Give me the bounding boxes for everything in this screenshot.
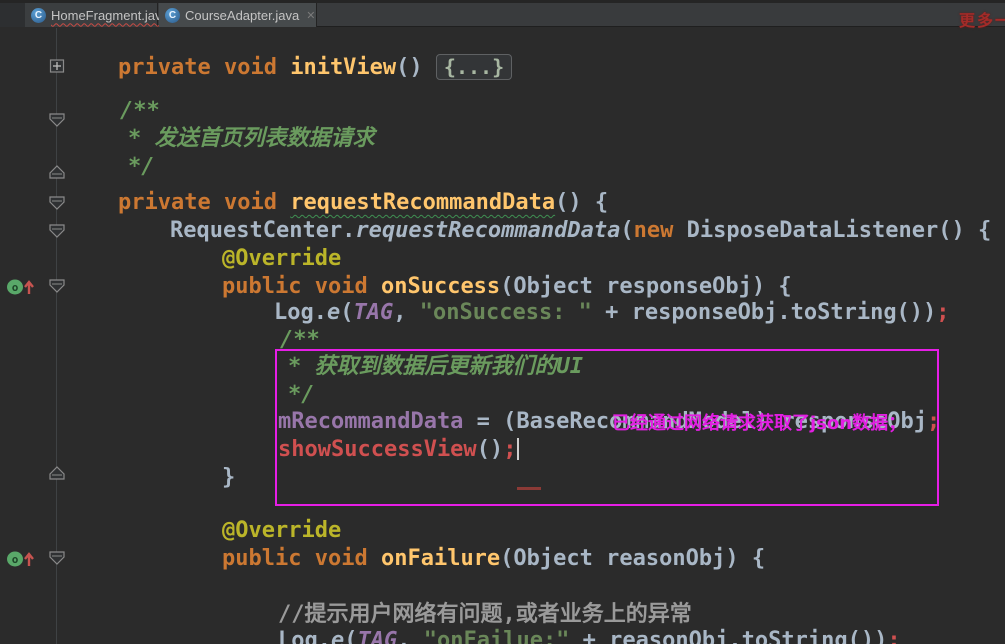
ide-window: C HomeFragment.java ✕ C CourseAdapter.ja…	[0, 0, 1005, 644]
code-token: @Override	[222, 246, 342, 271]
close-icon[interactable]: ✕	[306, 9, 315, 22]
code-token: + responseObj.toString())	[591, 300, 937, 325]
code-token: }	[222, 465, 236, 490]
code-token: ;	[887, 628, 901, 644]
code-token: (	[620, 218, 634, 243]
code-token: void	[223, 55, 277, 80]
class-icon: C	[31, 7, 46, 23]
code-token: private	[118, 55, 211, 80]
code-token: TAG	[357, 628, 398, 644]
watermark-text: 更多一	[958, 13, 1005, 30]
code-token: TAG	[353, 300, 394, 325]
svg-text:o: o	[12, 553, 19, 566]
code-token: initView	[290, 55, 397, 80]
code-token: requestRecommandData	[355, 218, 621, 243]
code-token: (	[340, 300, 354, 325]
fold-marker-down-icon[interactable]	[49, 196, 65, 210]
code-token: //提示用户网络有问题,或者业务上的异常	[278, 602, 692, 627]
code-token: void	[314, 546, 368, 571]
tab-courseadapter[interactable]: C CourseAdapter.java ✕	[159, 3, 317, 27]
code-token: ()	[396, 55, 436, 80]
fold-marker-up-icon[interactable]	[49, 466, 65, 480]
code-line: RequestCenter.requestRecommandData(new D…	[170, 219, 991, 245]
fold-marker-down-icon[interactable]	[49, 279, 65, 293]
code-token: public	[222, 546, 302, 571]
code-line: //提示用户网络有问题,或者业务上的异常	[278, 603, 692, 629]
code-line: Log.e(TAG, "onFailue:" + reasonObj.toStr…	[278, 629, 901, 644]
code-token: e	[330, 628, 345, 644]
overrides-method-icon[interactable]: o	[6, 278, 36, 296]
code-line: private void initView() {...}	[118, 54, 513, 81]
tab-homefragment[interactable]: C HomeFragment.java ✕	[25, 3, 185, 27]
code-line: */	[128, 155, 155, 181]
code-token: new	[633, 218, 674, 243]
code-token: RequestCenter.	[170, 218, 356, 243]
code-token: (Object responseObj) {	[500, 274, 792, 299]
code-editor[interactable]: o o private void initView() {...} /** * 发送首…	[0, 28, 1005, 644]
code-token: Log.	[278, 628, 331, 644]
code-token: (	[344, 628, 358, 644]
code-token: */	[128, 154, 155, 179]
code-token: ,	[397, 628, 424, 644]
code-line: Log.e(TAG, "onSuccess: " + responseObj.t…	[274, 301, 950, 327]
code-token: e	[326, 300, 341, 325]
code-line: }	[222, 466, 235, 492]
code-token: private	[118, 190, 211, 215]
code-token: onSuccess	[380, 274, 501, 299]
overrides-method-icon[interactable]: o	[6, 550, 36, 568]
code-line: /**	[120, 99, 160, 125]
code-line: public void onFailure(Object reasonObj) …	[222, 547, 765, 573]
tab-bar-left-gap	[0, 3, 25, 27]
code-token: public	[222, 274, 302, 299]
editor-tab-bar: C HomeFragment.java ✕ C CourseAdapter.ja…	[0, 0, 1005, 27]
code-line: @Override	[222, 519, 341, 545]
tab-label: CourseAdapter.java	[185, 7, 300, 23]
class-icon: C	[165, 7, 180, 23]
code-token: DisposeDataListener() {	[673, 218, 992, 243]
code-token: void	[314, 274, 368, 299]
code-line: private void requestRecommandData() {	[118, 191, 608, 217]
fold-marker-plus-icon[interactable]	[49, 59, 65, 73]
code-token: (Object reasonObj) {	[500, 546, 766, 571]
fold-marker-down-icon[interactable]	[49, 113, 65, 127]
fold-marker-up-icon[interactable]	[49, 165, 65, 179]
code-token: + reasonObj.toString())	[569, 628, 888, 644]
folded-code-badge[interactable]: {...}	[435, 54, 513, 80]
code-token: () {	[555, 190, 609, 215]
svg-text:o: o	[12, 281, 19, 294]
code-line: public void onSuccess(Object responseObj…	[222, 275, 792, 301]
code-token: * 发送首页列表数据请求	[128, 126, 375, 151]
code-token: @Override	[222, 518, 342, 543]
code-line: * 发送首页列表数据请求	[128, 127, 375, 153]
code-token: requestRecommandData	[290, 190, 556, 215]
code-line: @Override	[222, 247, 341, 273]
code-token: /**	[120, 98, 160, 123]
code-token: ,	[393, 300, 420, 325]
annotation-label: 已经通过网络请求获取了json数据；	[612, 413, 907, 434]
tab-label: HomeFragment.java	[51, 7, 169, 23]
code-token: onFailure	[380, 546, 501, 571]
code-token: ;	[936, 300, 950, 325]
fold-marker-down-icon[interactable]	[49, 224, 65, 238]
code-token: "onFailue:"	[423, 628, 570, 644]
code-token: Log.	[274, 300, 327, 325]
code-token: "onSuccess: "	[419, 300, 592, 325]
code-token: void	[223, 190, 277, 215]
fold-marker-down-icon[interactable]	[49, 551, 65, 565]
